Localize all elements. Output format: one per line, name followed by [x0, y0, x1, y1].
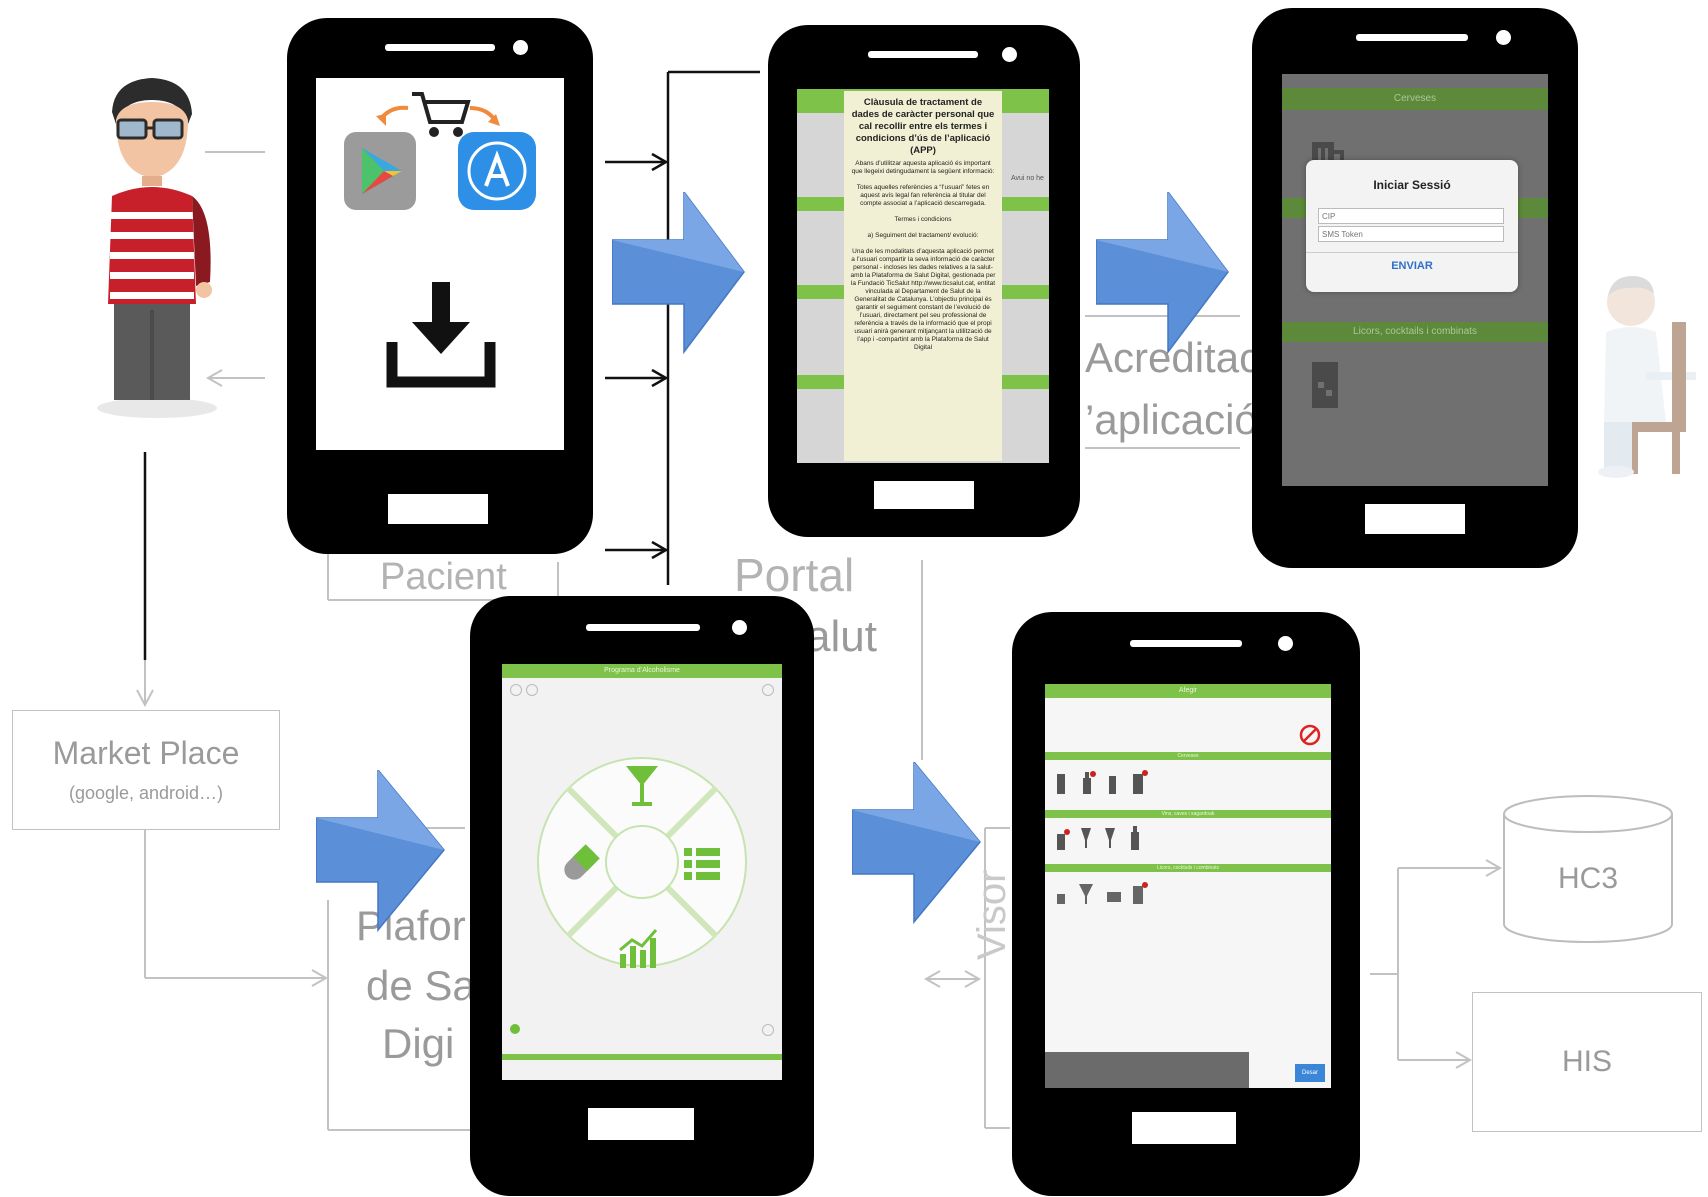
hc3-label: HC3 — [1557, 862, 1618, 895]
glass-icon — [1312, 362, 1338, 408]
terms-p1: Totes aquelles referències a “l’usuari” … — [856, 184, 990, 207]
login-dialog: Iniciar Sessió ENVIAR — [1306, 160, 1518, 292]
login-title: Iniciar Sessió — [1373, 178, 1451, 192]
market-place-sublabel: (google, android…) — [68, 783, 224, 803]
cip-input[interactable] — [1318, 208, 1504, 224]
shopping-cart-icon — [376, 92, 500, 137]
market-place-label: Market Place — [52, 735, 240, 771]
phone-login-screen: Cerveses Licors, cocktails i combinats I… — [1282, 74, 1548, 486]
download-icon[interactable] — [386, 278, 496, 388]
diagram-stage: Market Place (google, android…) HC3 HIS … — [0, 0, 1708, 1197]
list-icon[interactable] — [682, 844, 722, 884]
phone-record: Afegir Cerveses Vins, caves i sagardoak … — [1012, 612, 1360, 1196]
enviar-button[interactable]: ENVIAR — [1306, 260, 1518, 272]
terms-intro: Abans d’utilitzar aquesta aplicació és i… — [851, 160, 995, 175]
flow-arrow-1 — [612, 192, 745, 355]
digital-label: Digi — [382, 1020, 455, 1067]
aplicacio-label: ’aplicació — [1085, 396, 1258, 443]
terms-title: Clàusula de tractament de dades de caràc… — [851, 97, 995, 156]
salut-label: alut — [806, 612, 877, 661]
phone-terms-screen: Avui no he Clàusula de tractament de dad… — [797, 89, 1049, 463]
drink-icons-row-2[interactable] — [1053, 824, 1163, 854]
market-place-box: Market Place (google, android…) — [12, 710, 280, 830]
menu-header: Programa d’Alcoholisme — [502, 664, 782, 678]
no-drink-icon — [1299, 724, 1321, 746]
phone-menu-screen: Programa d’Alcoholisme — [502, 664, 782, 1080]
record-header: Afegir — [1045, 684, 1331, 698]
desar-button[interactable]: Desar — [1295, 1064, 1325, 1082]
record-section-2: Vins, caves i sagardoak — [1045, 810, 1331, 818]
back-icon[interactable] — [510, 1024, 520, 1034]
terms-side-text: Avui no he — [1011, 175, 1044, 182]
portal-label: Portal — [734, 549, 855, 601]
record-section-1: Cerveses — [1045, 752, 1331, 760]
pacient-label: Pacient — [380, 556, 507, 598]
user-person-icon — [97, 78, 217, 418]
his-label: HIS — [1561, 1045, 1612, 1078]
doctor-icon — [1598, 276, 1696, 478]
terms-bullet: Termes i condicions — [894, 216, 952, 223]
phone-login: Cerveses Licors, cocktails i combinats I… — [1252, 8, 1578, 568]
flow-arrow-4 — [852, 762, 981, 925]
de-salut-label: de Sa — [366, 962, 476, 1009]
flow-arrow-3 — [316, 770, 445, 933]
flow-arrow-2 — [1096, 192, 1229, 355]
drink-icons-row-3[interactable] — [1053, 880, 1163, 910]
phone-download-screen — [316, 78, 564, 450]
phone-record-screen: Afegir Cerveses Vins, caves i sagardoak … — [1045, 684, 1331, 1088]
sms-token-input[interactable] — [1318, 226, 1504, 242]
terms-p2: Una de les modalitats d’aquesta aplicaci… — [850, 248, 996, 351]
terms-dialog: Clàusula de tractament de dades de caràc… — [844, 91, 1002, 461]
cocktail-icon[interactable] — [622, 762, 662, 810]
terms-item-a: a) Seguiment del tractament/ evolució: — [867, 232, 979, 239]
forward-icon[interactable] — [762, 1024, 774, 1036]
chat-icon[interactable] — [526, 684, 538, 696]
record-section-3: Licors, cocktails i combinats — [1045, 864, 1331, 872]
drink-icons-row-1[interactable] — [1053, 768, 1163, 798]
his-box: HIS — [1472, 992, 1702, 1132]
info-icon[interactable] — [510, 684, 522, 696]
phone-terms: Avui no he Clàusula de tractament de dad… — [768, 25, 1080, 537]
phone-call-icon[interactable] — [762, 684, 774, 696]
chart-icon[interactable] — [616, 926, 660, 970]
phone-menu: Programa d’Alcoholisme — [470, 596, 814, 1196]
pill-icon[interactable] — [556, 840, 604, 888]
phone-download — [287, 18, 593, 554]
record-footer-table — [1045, 1052, 1249, 1088]
login-section-2: Licors, cocktails i combinats — [1282, 322, 1548, 342]
login-header: Cerveses — [1282, 88, 1548, 110]
